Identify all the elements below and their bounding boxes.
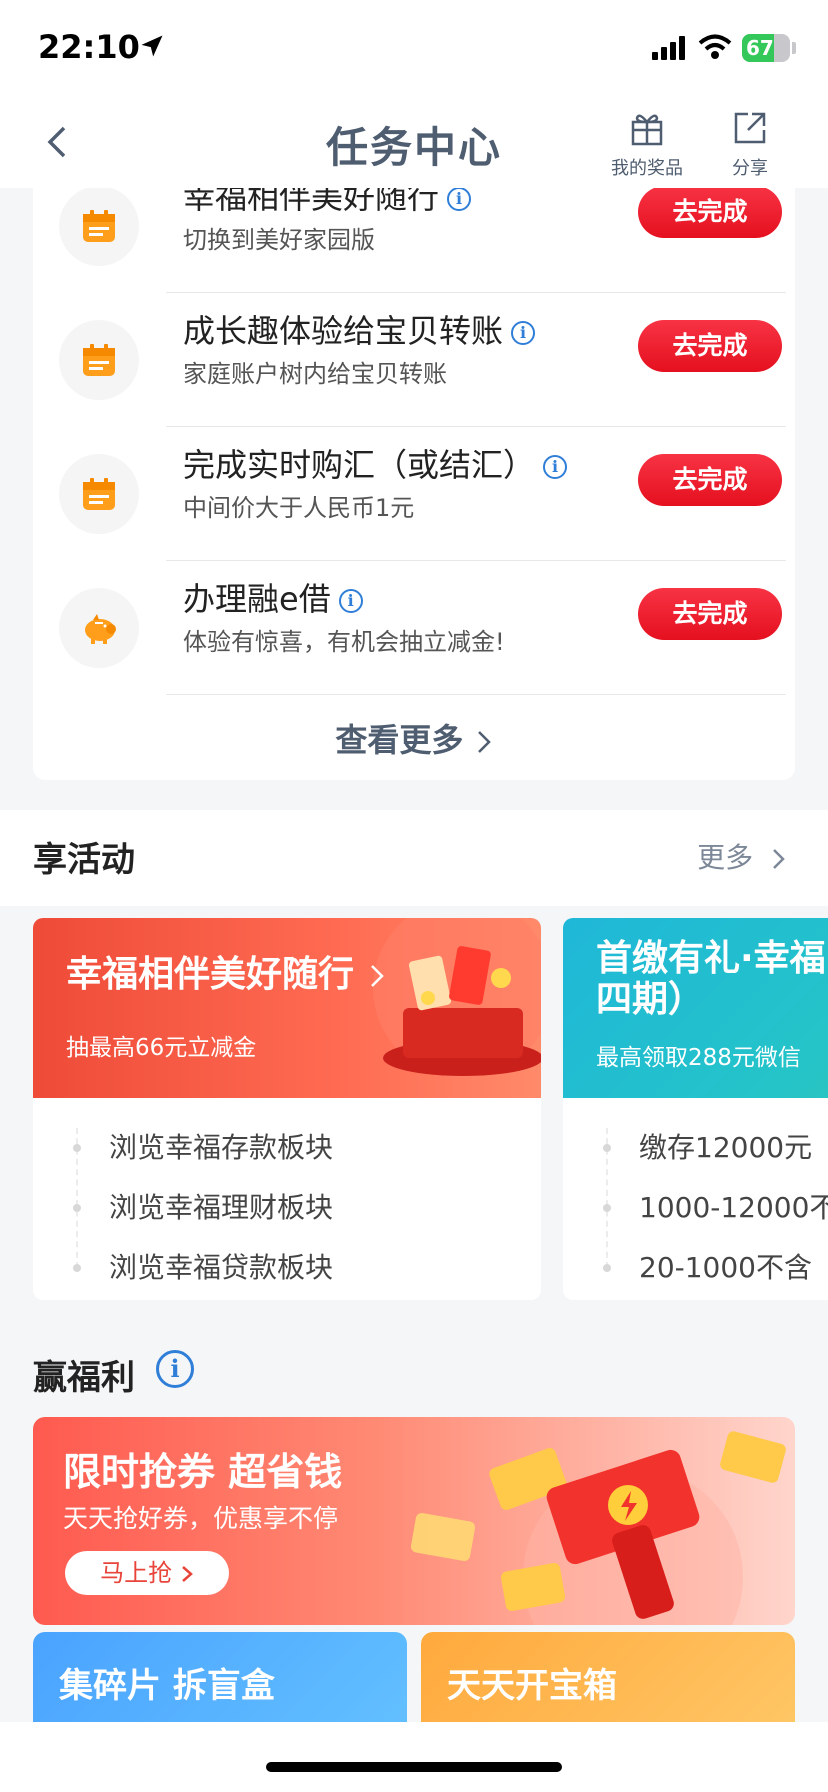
chevron-right-icon [773,849,785,869]
task-subtitle: 切换到美好家园版 [183,226,375,254]
task-row: 幸福相伴美好随行 i 切换到美好家园版 去完成 [33,172,795,306]
list-item: 缴存12000元 [563,1118,828,1178]
list-item: 1000-12000不 [563,1178,828,1238]
coupon-banner[interactable]: 限时抢券 超省钱 天天抢好券，优惠享不停 马上抢 [33,1417,795,1625]
activity-subtitle: 抽最高66元立减金 [66,1035,257,1061]
activity-steps: 缴存12000元 1000-12000不 20-1000不含 [563,1118,828,1298]
task-subtitle: 中间价大于人民币1元 [183,494,415,522]
task-row: 办理融e借 i 体验有惊喜，有机会抽立减金! 去完成 [33,562,795,696]
treasure-box-card[interactable]: 天天开宝箱 [421,1632,795,1736]
home-indicator-area [0,1722,828,1792]
section-title: 赢福利 [33,1358,135,1398]
task-row: 完成实时购汇（或结汇） i 中间价大于人民币1元 去完成 [33,428,795,562]
cellular-signal-icon [652,36,688,64]
divider [166,560,786,561]
info-icon[interactable]: i [447,187,472,211]
status-time: 22:10 [38,28,140,66]
my-prizes-button[interactable]: 我的奖品 [604,110,690,180]
task-subtitle: 体验有惊喜，有机会抽立减金! [183,628,505,656]
list-item: 浏览幸福理财板块 [33,1178,541,1238]
activity-card[interactable]: 幸福相伴美好随行 抽最高66元立减金 浏览幸福存款板块 浏览幸福理财板块 浏览幸… [33,918,541,1300]
card-title: 集碎片 拆盲盒 [59,1666,275,1706]
share-label: 分享 [732,158,768,179]
complete-task-button[interactable]: 去完成 [638,320,782,372]
gift-icon [631,114,663,146]
wifi-icon [698,34,732,64]
task-title: 完成实时购汇（或结汇） i [183,440,568,486]
activities-section-header: 享活动 更多 [0,810,828,906]
page-title: 任务中心 [325,123,502,172]
task-row: 成长趣体验给宝贝转账 i 家庭账户树内给宝贝转账 去完成 [33,294,795,428]
gift-box-illustration [373,918,541,1078]
info-icon[interactable]: i [543,455,568,479]
activity-title: 幸福相伴美好随行 [66,954,387,995]
activity-card[interactable]: 首缴有礼·幸福 四期） 最高领取288元微信 缴存12000元 1000-120… [563,918,828,1300]
divider [166,426,786,427]
calendar-icon [59,454,139,534]
task-title: 成长趣体验给宝贝转账 i [183,306,536,352]
card-title: 天天开宝箱 [447,1666,617,1706]
battery-level: 67 [746,36,774,60]
my-prizes-label: 我的奖品 [611,158,683,179]
activity-carousel[interactable]: 幸福相伴美好随行 抽最高66元立减金 浏览幸福存款板块 浏览幸福理财板块 浏览幸… [0,908,828,1308]
activity-banner: 首缴有礼·幸福 四期） 最高领取288元微信 [563,918,828,1098]
collect-fragments-card[interactable]: 集碎片 拆盲盒 [33,1632,407,1736]
view-more-link[interactable]: 查看更多 [33,715,795,761]
chevron-right-icon [181,1566,193,1582]
banner-title: 限时抢券 超省钱 [63,1450,343,1494]
location-arrow-icon [138,32,166,64]
chevron-right-icon [370,965,384,987]
home-indicator[interactable] [266,1762,562,1772]
calendar-icon [59,186,139,266]
task-title: 办理融e借 i [183,574,363,620]
activity-steps: 浏览幸福存款板块 浏览幸福理财板块 浏览幸福贷款板块 [33,1118,541,1298]
task-subtitle: 家庭账户树内给宝贝转账 [183,360,447,388]
battery-icon: 67 [742,34,790,62]
banner-subtitle: 天天抢好券，优惠享不停 [63,1504,339,1533]
chevron-right-icon [477,731,491,753]
divider [166,292,786,293]
grab-now-button[interactable]: 马上抢 [65,1551,229,1595]
share-icon [734,112,766,144]
more-activities-link[interactable]: 更多 [697,836,788,876]
list-item: 浏览幸福贷款板块 [33,1238,541,1298]
complete-task-button[interactable]: 去完成 [638,588,782,640]
info-icon[interactable]: i [511,321,536,345]
info-icon[interactable]: i [156,1350,194,1388]
status-bar: 22:10 67 [0,0,828,96]
activity-title: 首缴有礼·幸福 四期） [596,938,826,1021]
info-icon[interactable]: i [338,589,363,613]
activity-subtitle: 最高领取288元微信 [596,1045,801,1071]
complete-task-button[interactable]: 去完成 [638,186,782,238]
divider [166,694,786,695]
task-list-card: 幸福相伴美好随行 i 切换到美好家园版 去完成 成长趣体验给宝贝转账 i 家庭账户树… [33,160,795,780]
complete-task-button[interactable]: 去完成 [638,454,782,506]
list-item: 20-1000不含 [563,1238,828,1298]
navigation-bar: 任务中心 我的奖品 分享 [0,96,828,188]
calendar-icon [59,320,139,400]
piggy-bank-icon [59,588,139,668]
welfare-section-header: 赢福利 i [0,1320,828,1410]
share-button[interactable]: 分享 [720,110,780,180]
section-title: 享活动 [33,840,135,880]
activity-banner: 幸福相伴美好随行 抽最高66元立减金 [33,918,541,1098]
list-item: 浏览幸福存款板块 [33,1118,541,1178]
